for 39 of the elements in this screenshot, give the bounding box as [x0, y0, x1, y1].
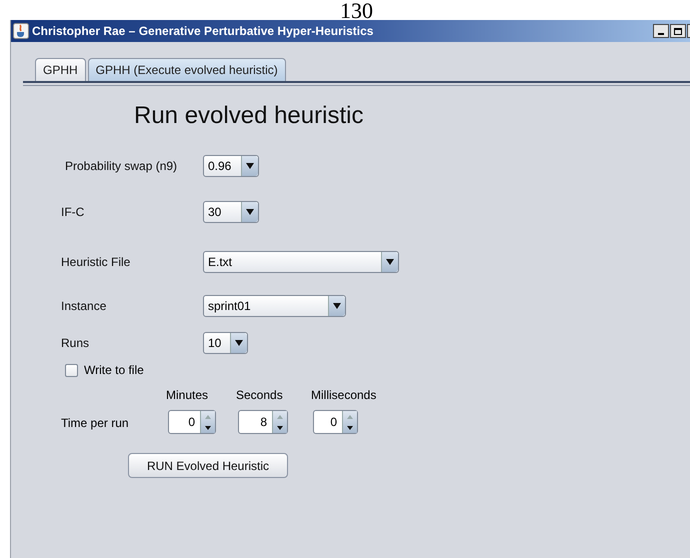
up-arrow-icon — [347, 414, 353, 418]
caret-icon — [246, 209, 254, 215]
window-title: Christopher Rae – Generative Perturbative Hyper-Heuristics — [32, 24, 374, 38]
up-arrow-icon — [277, 414, 283, 418]
caret-icon — [333, 303, 341, 309]
run-button[interactable]: RUN Evolved Heuristic — [128, 453, 288, 478]
page-number: 130 — [340, 2, 373, 20]
number-spinner[interactable]: 0 — [313, 410, 358, 434]
caret-icon — [246, 163, 254, 169]
dropdown[interactable]: 30 — [203, 201, 259, 223]
down-arrow-icon — [205, 426, 211, 430]
caret-icon — [235, 340, 243, 346]
dropdown[interactable]: 10 — [203, 332, 248, 354]
field-label: Probability swap (n9) — [64, 159, 178, 173]
caret-icon — [386, 259, 394, 265]
dropdown[interactable]: 0.96 — [203, 155, 259, 177]
column-header: Milliseconds — [311, 388, 376, 402]
checkbox-label: Write to file — [84, 363, 144, 377]
number-spinner[interactable]: 8 — [238, 410, 288, 434]
tab[interactable]: GPHH — [35, 58, 86, 81]
dropdown[interactable]: sprint01 — [203, 295, 346, 317]
dropdown[interactable]: E.txt — [203, 251, 399, 273]
column-header: Minutes — [166, 388, 208, 402]
panel-heading: Run evolved heuristic — [134, 102, 364, 130]
down-arrow-icon — [277, 426, 283, 430]
field-label: IF-C — [60, 205, 86, 219]
tab[interactable]: GPHH (Execute evolved heuristic) — [88, 58, 286, 81]
field-label: Heuristic File — [60, 255, 132, 269]
cup-icon — [13, 23, 29, 39]
number-spinner[interactable]: 0 — [168, 410, 216, 434]
up-arrow-icon — [205, 414, 211, 418]
field-label: Instance — [60, 299, 108, 313]
field-label: Time per run — [61, 416, 129, 430]
maximize-button[interactable] — [670, 24, 686, 38]
field-label: Runs — [60, 336, 90, 350]
down-arrow-icon — [347, 426, 353, 430]
checkbox[interactable] — [65, 364, 78, 376]
minimize-button[interactable] — [653, 24, 669, 38]
column-header: Seconds — [236, 388, 283, 402]
